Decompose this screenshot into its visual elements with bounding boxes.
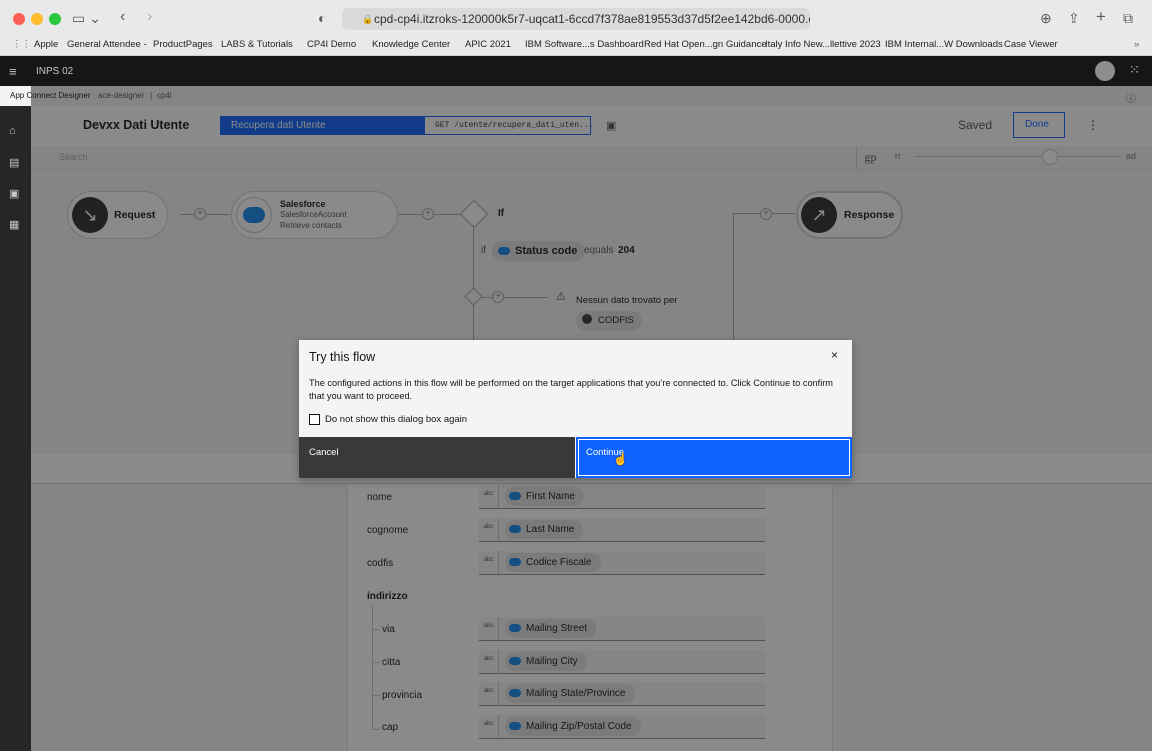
app-switcher-icon[interactable]: ⁙ bbox=[1129, 62, 1140, 78]
left-nav bbox=[0, 86, 31, 751]
dialog-body: The configured actions in this flow will… bbox=[309, 378, 833, 401]
home-icon[interactable]: ⌂ bbox=[9, 125, 22, 137]
mouse-pointer-icon: ☝ bbox=[613, 452, 628, 466]
forward-icon[interactable]: › bbox=[147, 8, 152, 26]
menu-icon[interactable]: ≡ bbox=[9, 64, 17, 79]
url-text: cpd-cp4i.itzroks-120000k5r7-uqcat1-6ccd7… bbox=[374, 12, 810, 26]
address-bar[interactable]: 🔒 cpd-cp4i.itzroks-120000k5r7-uqcat1-6cc… bbox=[342, 8, 810, 30]
bookmark-item[interactable]: Case Viewer bbox=[1004, 39, 1058, 50]
dialog-title: Try this flow bbox=[309, 350, 376, 364]
shield-icon[interactable]: ◐ bbox=[318, 10, 326, 26]
bookmark-item[interactable]: Knowledge Center bbox=[372, 39, 450, 50]
more-bookmarks-icon[interactable]: » bbox=[1134, 39, 1139, 50]
close-icon[interactable]: × bbox=[831, 348, 838, 362]
minimize-window-button[interactable] bbox=[31, 13, 43, 25]
bookmark-item[interactable]: APIC 2021 bbox=[465, 39, 511, 50]
dashboard-icon[interactable]: ▦ bbox=[9, 218, 22, 231]
close-window-button[interactable] bbox=[13, 13, 25, 25]
new-tab-icon[interactable]: + bbox=[1096, 7, 1106, 27]
dont-show-label[interactable]: Do not show this dialog box again bbox=[325, 414, 467, 425]
tabs-overview-icon[interactable]: ⧉ bbox=[1123, 10, 1133, 27]
cancel-button[interactable]: Cancel bbox=[299, 437, 575, 478]
bookmark-item[interactable]: Red Hat Open...gn Guidance bbox=[644, 39, 767, 50]
bookmark-item[interactable]: IBM Internal...W Downloads bbox=[885, 39, 1003, 50]
grid-icon[interactable]: ⋮⋮ bbox=[12, 39, 31, 50]
bookmark-item[interactable]: Apple bbox=[34, 39, 58, 50]
bookmark-item[interactable]: LABS & Tutorials bbox=[221, 39, 293, 50]
catalog-icon[interactable]: ▤ bbox=[9, 156, 22, 169]
bookmark-item[interactable]: General Attendee - bbox=[67, 39, 147, 50]
share-icon[interactable]: ⇪ bbox=[1068, 10, 1080, 27]
download-icon[interactable]: ⊕ bbox=[1040, 10, 1052, 27]
zoom-window-button[interactable] bbox=[49, 13, 61, 25]
templates-icon[interactable]: ▣ bbox=[9, 187, 22, 200]
bookmark-item[interactable]: CP4I Demo bbox=[307, 39, 356, 50]
sidebar-icon[interactable]: ▭ ⌄ bbox=[72, 10, 101, 27]
dont-show-checkbox[interactable] bbox=[309, 414, 320, 425]
avatar[interactable] bbox=[1095, 61, 1115, 81]
try-flow-dialog: Try this flow × The configured actions i… bbox=[299, 340, 852, 478]
bookmark-item[interactable]: ProductPages bbox=[153, 39, 213, 50]
app-header bbox=[0, 56, 1152, 86]
bookmark-item[interactable]: Italy Info New...llettive 2023 bbox=[765, 39, 881, 50]
bookmark-item[interactable]: IBM Software...s Dashboard bbox=[525, 39, 644, 50]
back-icon[interactable]: ‹ bbox=[120, 8, 125, 26]
lock-icon: 🔒 bbox=[362, 14, 374, 24]
instance-name: INPS 02 bbox=[36, 66, 74, 77]
